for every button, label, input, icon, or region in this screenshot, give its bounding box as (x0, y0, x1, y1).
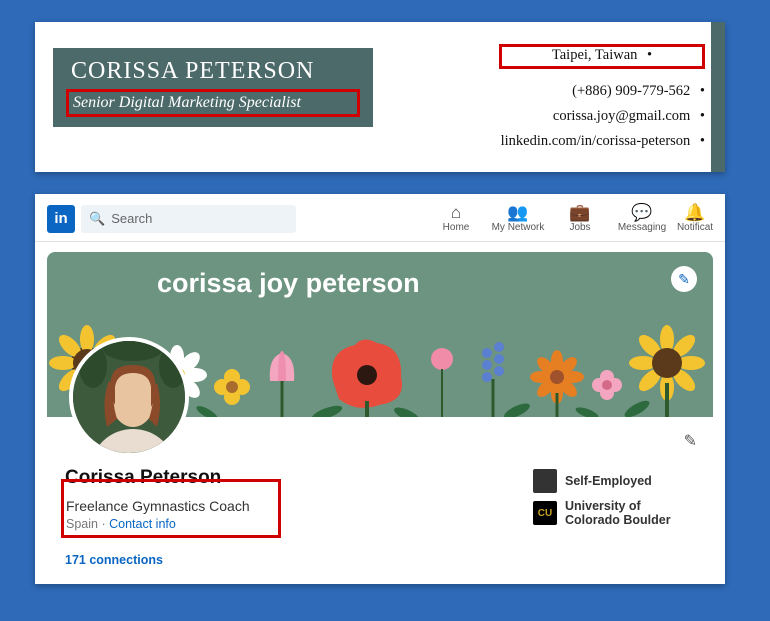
avatar[interactable] (69, 337, 189, 457)
linkedin-topbar: in 🔍 Search ⌂ Home 👥 My Network 💼 Jobs 💬… (35, 194, 725, 242)
nav-messaging-label: Messaging (618, 222, 666, 233)
home-icon: ⌂ (425, 204, 487, 222)
bullet-icon: • (700, 83, 705, 99)
nav-messaging[interactable]: 💬 Messaging (611, 204, 673, 233)
linkedin-logo[interactable]: in (47, 205, 75, 233)
linkedin-card: in 🔍 Search ⌂ Home 👥 My Network 💼 Jobs 💬… (35, 194, 725, 584)
bullet-icon: • (647, 47, 652, 63)
nav-network-label: My Network (492, 222, 545, 233)
resume-title: Senior Digital Marketing Specialist (73, 94, 353, 112)
profile-right-column: Self-Employed CU University of Colorado … (533, 467, 695, 567)
resume-phone: (+886) 909-779-562 (572, 83, 690, 99)
resume-left: CORISSA PETERSON Senior Digital Marketin… (35, 22, 455, 172)
linkedin-profile-body: ✎ Corissa Peterson Freelance Gymnastics … (47, 417, 713, 567)
edit-profile-button[interactable]: ✎ (684, 431, 697, 451)
resume-title-highlight: Senior Digital Marketing Specialist (66, 89, 360, 117)
nav-home-label: Home (443, 222, 470, 233)
nav-home[interactable]: ⌂ Home (425, 204, 487, 233)
banner-name: corissa joy peterson (157, 268, 420, 299)
employer-row[interactable]: Self-Employed (533, 469, 695, 493)
chat-icon: 💬 (611, 204, 673, 222)
resume-name-block: CORISSA PETERSON Senior Digital Marketin… (53, 48, 373, 127)
nav-network[interactable]: 👥 My Network (487, 204, 549, 233)
people-icon: 👥 (487, 204, 549, 222)
employer-name: Self-Employed (565, 474, 652, 488)
resume-email: corissa.joy@gmail.com (553, 108, 690, 124)
resume-accent-bar (711, 22, 725, 172)
bell-icon: 🔔 (673, 204, 717, 222)
profile-location: Spain (66, 517, 98, 531)
search-icon: 🔍 (89, 211, 105, 227)
dot-separator: · (101, 517, 109, 531)
linkedin-nav: ⌂ Home 👥 My Network 💼 Jobs 💬 Messaging 🔔… (425, 204, 717, 233)
resume-name: CORISSA PETERSON (71, 58, 355, 85)
resume-linkedin: linkedin.com/in/corissa-peterson (501, 133, 691, 149)
profile-headline: Freelance Gymnastics Coach (66, 498, 272, 514)
profile-location-line: Spain · Contact info (66, 517, 272, 531)
resume-location: Taipei, Taiwan (552, 47, 637, 63)
search-input[interactable]: 🔍 Search (81, 205, 296, 233)
headline-highlight: Freelance Gymnastics Coach Spain · Conta… (61, 479, 281, 538)
resume-location-highlight: Taipei, Taiwan • (499, 44, 705, 69)
search-placeholder: Search (111, 211, 152, 226)
nav-jobs[interactable]: 💼 Jobs (549, 204, 611, 233)
education-logo: CU (533, 501, 557, 525)
resume-card: CORISSA PETERSON Senior Digital Marketin… (35, 22, 725, 172)
briefcase-icon: 💼 (549, 204, 611, 222)
resume-linkedin-row: linkedin.com/in/corissa-peterson • (455, 133, 705, 150)
bullet-icon: • (700, 108, 705, 124)
resume-location-row: Taipei, Taiwan • (455, 44, 705, 75)
nav-notifications[interactable]: 🔔 Notificat (673, 204, 717, 233)
nav-jobs-label: Jobs (569, 222, 590, 233)
nav-notifications-label: Notificat (677, 222, 713, 233)
resume-phone-row: (+886) 909-779-562 • (455, 83, 705, 100)
pencil-icon: ✎ (678, 271, 690, 288)
bullet-icon: • (700, 133, 705, 149)
education-name: University of Colorado Boulder (565, 499, 695, 527)
contact-info-link[interactable]: Contact info (109, 517, 176, 531)
edit-banner-button[interactable]: ✎ (671, 266, 697, 292)
education-row[interactable]: CU University of Colorado Boulder (533, 499, 695, 527)
profile-left-column: Corissa Peterson Freelance Gymnastics Co… (65, 467, 355, 567)
connections-link[interactable]: 171 connections (65, 553, 355, 567)
employer-logo (533, 469, 557, 493)
resume-contact-column: Taipei, Taiwan • (+886) 909-779-562 • co… (455, 22, 725, 172)
resume-email-row: corissa.joy@gmail.com • (455, 108, 705, 125)
pencil-icon: ✎ (684, 433, 697, 450)
